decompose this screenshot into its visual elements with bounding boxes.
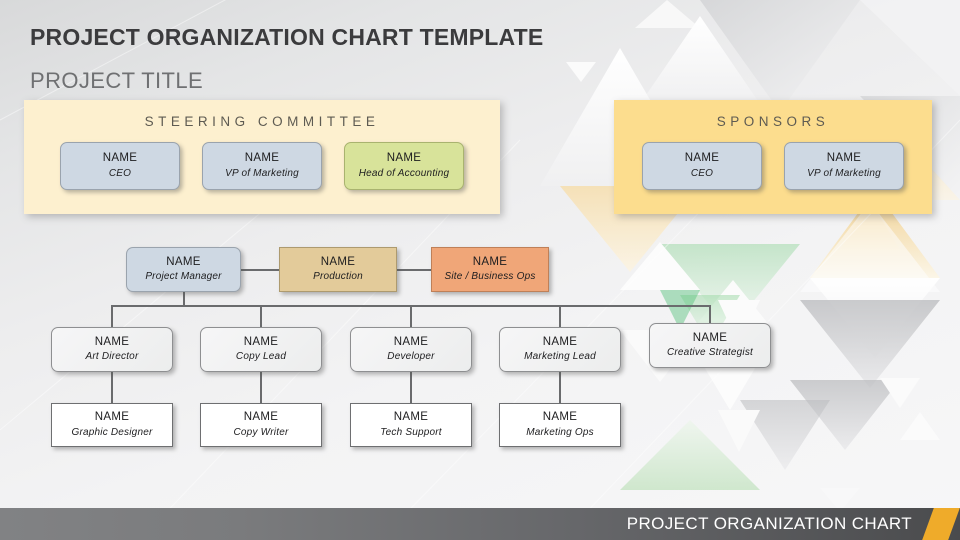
- steering-committee-title: STEERING COMMITTEE: [144, 114, 380, 129]
- connector-drop-creative-strategist: [709, 305, 711, 323]
- node-name: NAME: [393, 411, 429, 424]
- connector-pm-to-production: [239, 269, 281, 271]
- member-name: NAME: [826, 152, 862, 165]
- member-name: NAME: [244, 152, 280, 165]
- node-role: Production: [313, 271, 363, 283]
- sponsors-title: SPONSORS: [716, 114, 830, 129]
- member-role: CEO: [108, 167, 132, 179]
- node-copy-lead[interactable]: NAME Copy Lead: [200, 327, 322, 372]
- node-name: NAME: [243, 411, 279, 424]
- node-role: Copy Lead: [235, 351, 287, 363]
- node-developer[interactable]: NAME Developer: [350, 327, 472, 372]
- node-role: Copy Writer: [233, 426, 289, 438]
- node-name: NAME: [692, 331, 728, 344]
- member-name: NAME: [684, 152, 720, 165]
- footer-bar: PROJECT ORGANIZATION CHART: [0, 508, 960, 540]
- connector-drop-developer: [410, 305, 412, 327]
- node-role: Site / Business Ops: [444, 271, 536, 283]
- node-role: Tech Support: [380, 426, 442, 438]
- connector-drop-copy-writer: [260, 371, 262, 403]
- node-role: Art Director: [85, 351, 139, 363]
- sponsors-panel: SPONSORS NAME CEO NAME VP of Marketing: [614, 100, 932, 214]
- connector-pm-drop: [183, 290, 185, 306]
- node-creative-strategist[interactable]: NAME Creative Strategist: [649, 323, 771, 368]
- member-name: NAME: [102, 152, 138, 165]
- node-role: Developer: [387, 351, 435, 363]
- node-name: NAME: [542, 411, 578, 424]
- project-title: PROJECT TITLE: [30, 68, 204, 93]
- node-copy-writer[interactable]: NAME Copy Writer: [200, 403, 322, 447]
- connector-drop-art-director: [111, 305, 113, 327]
- member-role: VP of Marketing: [807, 167, 881, 179]
- sponsor-member-ceo[interactable]: NAME CEO: [642, 142, 762, 190]
- connector-drop-tech-support: [410, 371, 412, 403]
- node-marketing-ops[interactable]: NAME Marketing Ops: [499, 403, 621, 447]
- node-role: Project Manager: [145, 271, 222, 283]
- sponsor-member-vp-marketing[interactable]: NAME VP of Marketing: [784, 142, 904, 190]
- node-site-business-ops[interactable]: NAME Site / Business Ops: [431, 247, 549, 292]
- page-title: PROJECT ORGANIZATION CHART TEMPLATE: [30, 24, 544, 50]
- node-role: Graphic Designer: [71, 426, 153, 438]
- node-name: NAME: [94, 411, 130, 424]
- member-name: NAME: [386, 152, 422, 165]
- node-name: NAME: [393, 335, 429, 348]
- node-production[interactable]: NAME Production: [279, 247, 397, 292]
- connector-drop-graphic-designer: [111, 371, 113, 403]
- node-role: Marketing Ops: [526, 426, 594, 438]
- node-marketing-lead[interactable]: NAME Marketing Lead: [499, 327, 621, 372]
- steering-member-vp-marketing[interactable]: NAME VP of Marketing: [202, 142, 322, 190]
- connector-production-to-siteops: [396, 269, 432, 271]
- steering-committee-panel: STEERING COMMITTEE NAME CEO NAME VP of M…: [24, 100, 500, 214]
- connector-drop-marketing-ops: [559, 371, 561, 403]
- node-tech-support[interactable]: NAME Tech Support: [350, 403, 472, 447]
- node-name: NAME: [243, 335, 279, 348]
- footer-accent-slash: [922, 508, 960, 540]
- member-role: Head of Accounting: [358, 167, 450, 179]
- node-role: Creative Strategist: [666, 347, 754, 359]
- node-name: NAME: [320, 255, 356, 268]
- footer-label: PROJECT ORGANIZATION CHART: [626, 514, 912, 533]
- node-art-director[interactable]: NAME Art Director: [51, 327, 173, 372]
- slide-canvas: PROJECT ORGANIZATION CHART TEMPLATE PROJ…: [0, 0, 960, 540]
- node-name: NAME: [166, 255, 201, 268]
- node-name: NAME: [542, 335, 578, 348]
- node-name: NAME: [94, 335, 130, 348]
- node-role: Marketing Lead: [524, 351, 596, 363]
- member-role: CEO: [690, 167, 714, 179]
- node-graphic-designer[interactable]: NAME Graphic Designer: [51, 403, 173, 447]
- member-role: VP of Marketing: [225, 167, 299, 179]
- steering-member-ceo[interactable]: NAME CEO: [60, 142, 180, 190]
- connector-drop-marketing-lead: [559, 305, 561, 327]
- node-project-manager[interactable]: NAME Project Manager: [126, 247, 241, 292]
- steering-member-head-of-accounting[interactable]: NAME Head of Accounting: [344, 142, 464, 190]
- node-name: NAME: [472, 255, 508, 268]
- connector-drop-copy-lead: [260, 305, 262, 327]
